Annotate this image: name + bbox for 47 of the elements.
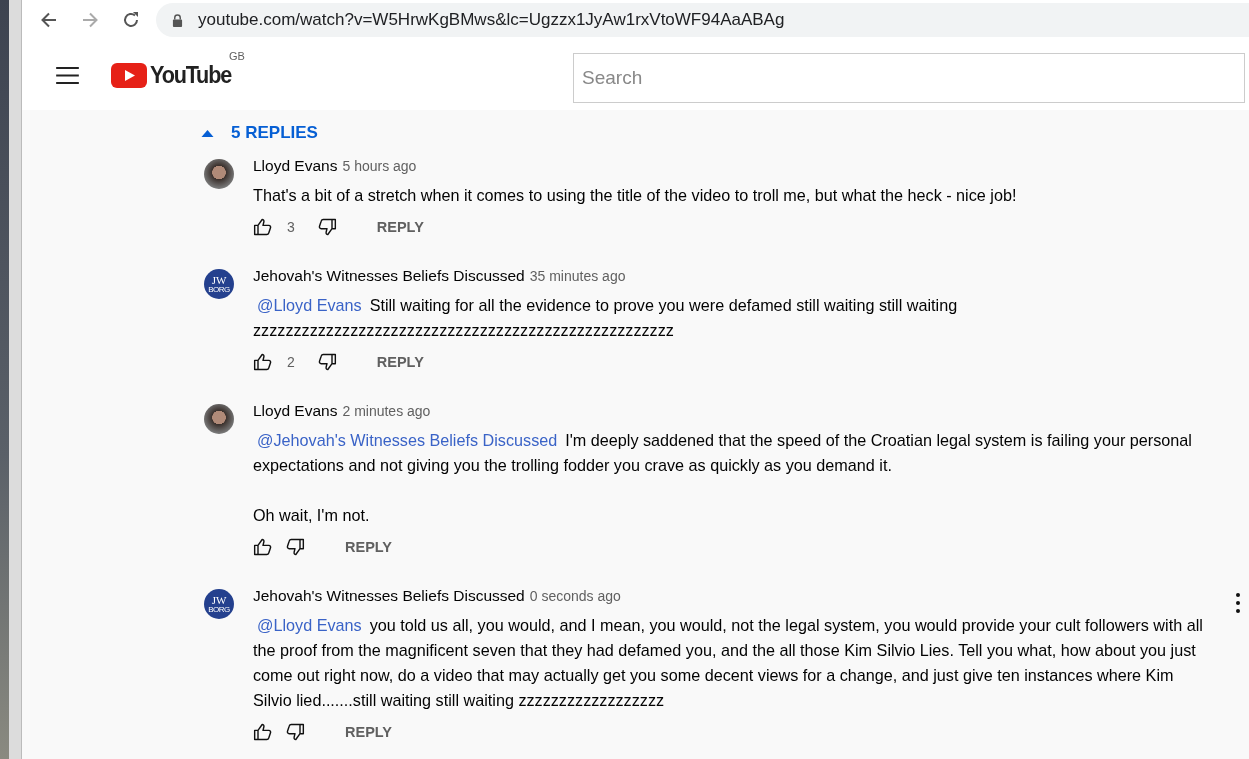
play-logo-icon[interactable]	[111, 62, 147, 88]
author-name[interactable]: Jehovah's Witnesses Beliefs Discussed	[253, 587, 525, 605]
avatar-logo[interactable]: JW BORG	[204, 269, 234, 299]
replies-toggle[interactable]: 5 REPLIES	[201, 119, 318, 147]
logo-text[interactable]: YouTube	[150, 61, 231, 89]
like-icon[interactable]	[253, 537, 273, 557]
back-icon[interactable]	[39, 10, 59, 30]
avatar-logo[interactable]: JW BORG	[204, 589, 234, 619]
caret-icon	[201, 129, 214, 137]
dislike-icon[interactable]	[285, 722, 305, 742]
reply-button[interactable]: REPLY	[333, 533, 404, 561]
dislike-icon[interactable]	[285, 537, 305, 557]
url-text: youtube.com/watch?v=W5HrwKgBMws&lc=Ugzzx1JyAw1rxVtoWF94AaABAg	[198, 10, 785, 30]
search-field[interactable]: Search	[573, 53, 1245, 103]
menu-icon[interactable]	[56, 66, 79, 84]
lock-icon	[172, 13, 183, 27]
address-bar[interactable]: youtube.com/watch?v=W5HrwKgBMws&lc=Ugzzx1JyAw1rxVtoWF94AaABAg	[156, 3, 1249, 37]
comment-text: @Lloyd Evans Still waiting for all the evidence to prove you were defamed still waiting still waiting zzzzzzzzzzzzzzzzzzzzzzzzzzzzzzzzzzzzzzzzzzzzzzzzzzzz	[253, 295, 959, 341]
reply-button[interactable]: REPLY	[364, 348, 436, 376]
comment-time[interactable]: 35 minutes ago	[529, 268, 626, 284]
comment-time[interactable]: 0 seconds ago	[529, 588, 621, 604]
comment-text: Oh wait, I'm not.	[253, 505, 371, 526]
reply-button[interactable]: REPLY	[364, 213, 436, 241]
like-icon[interactable]	[253, 722, 273, 742]
like-icon[interactable]	[253, 217, 273, 237]
like-count: 2	[287, 354, 295, 370]
dislike-icon[interactable]	[316, 217, 337, 237]
region-label: GB	[229, 50, 245, 62]
author-name[interactable]: Lloyd Evans	[253, 157, 338, 175]
reload-icon[interactable]	[121, 10, 141, 30]
mention-link[interactable]: @Jehovah's Witnesses Beliefs Discussed	[257, 431, 558, 449]
avatar-photo-placeholder[interactable]	[204, 159, 234, 189]
comment-time[interactable]: 5 hours ago	[342, 158, 417, 174]
reply-button[interactable]: REPLY	[333, 718, 404, 746]
comment-time[interactable]: 2 minutes ago	[342, 403, 431, 419]
dislike-icon[interactable]	[316, 352, 337, 372]
comment-text: @Lloyd Evans you told us all, you would, and I mean, you would, not the legal system, you would provide your cult followers with all the proof from the magnificent seven that they had defamed you, and the all those Kim Silvio Lies. Tell you what, how about you just come out right now, do a video that may actually get you some decent views for a change, and just give ten instances where Kim Silvio lied.......still waiting still waiting zzzzzzzzzzzzzzzzzz	[253, 615, 1204, 711]
like-count: 3	[287, 219, 295, 235]
like-icon[interactable]	[253, 352, 273, 372]
comment-text: @Jehovah's Witnesses Beliefs Discussed I'm deeply saddened that the speed of the Croatian legal system is failing your personal expectations and not giving you the trolling fodder you crave as quickly as you demand it.	[253, 430, 1193, 476]
mention-link[interactable]: @Lloyd Evans	[257, 296, 362, 314]
author-name[interactable]: Jehovah's Witnesses Beliefs Discussed	[253, 267, 525, 285]
comment-text: That's a bit of a stretch when it comes to using the title of the video to troll me, but what the heck - nice job!	[253, 185, 1018, 206]
author-name[interactable]: Lloyd Evans	[253, 402, 338, 420]
mention-link[interactable]: @Lloyd Evans	[257, 616, 362, 634]
more-options-icon[interactable]	[1236, 593, 1240, 613]
avatar-photo-placeholder[interactable]	[204, 404, 234, 434]
